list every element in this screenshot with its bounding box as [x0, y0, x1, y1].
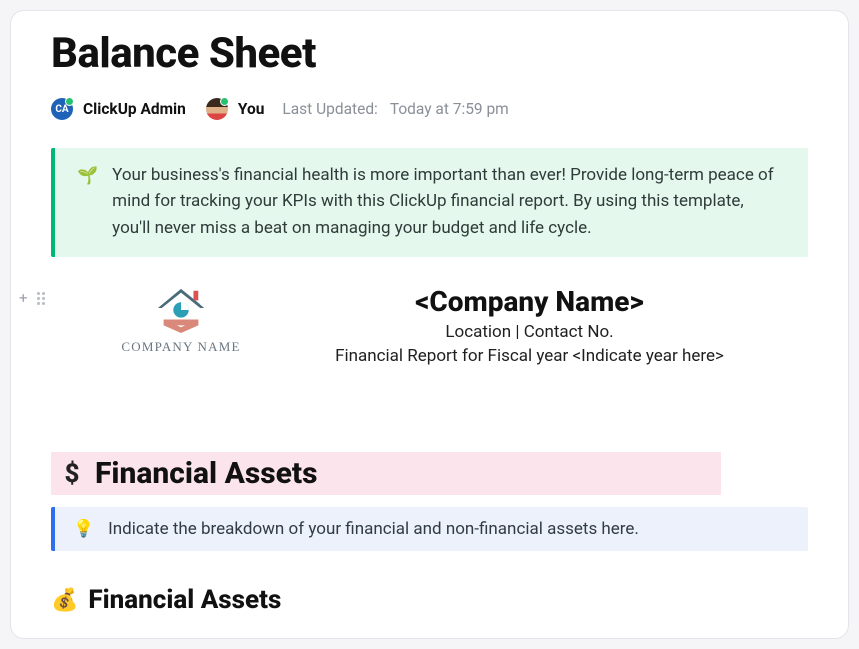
house-logo-icon [152, 285, 210, 333]
company-block[interactable]: COMPANY NAME <Company Name> Location | C… [51, 285, 808, 366]
assets-callout-text: Indicate the breakdown of your financial… [108, 519, 639, 539]
section-heading-financial-assets[interactable]: $ Financial Assets [51, 452, 721, 495]
admin-avatar[interactable]: CA [51, 98, 73, 120]
company-subline-1[interactable]: Location | Contact No. [311, 322, 748, 342]
you-avatar[interactable] [206, 98, 228, 120]
page-title[interactable]: Balance Sheet [51, 29, 808, 78]
company-info: <Company Name> Location | Contact No. Fi… [311, 285, 808, 366]
subsection-title: Financial Assets [88, 585, 281, 615]
document-page: Balance Sheet CA ClickUp Admin You Last … [10, 10, 849, 639]
company-subline-2[interactable]: Financial Report for Fiscal year <Indica… [311, 346, 748, 366]
intro-callout[interactable]: 🌱 Your business's financial health is mo… [51, 148, 808, 257]
logo-column: COMPANY NAME [51, 285, 281, 366]
section-title: Financial Assets [95, 456, 318, 491]
drag-handle-icon[interactable] [37, 289, 45, 307]
dollar-icon: $ [59, 459, 85, 489]
moneybag-icon: 💰 [51, 588, 78, 613]
assets-callout[interactable]: 💡 Indicate the breakdown of your financi… [51, 507, 808, 551]
subsection-heading-financial-assets[interactable]: 💰 Financial Assets [51, 585, 808, 615]
add-block-button[interactable]: + [19, 289, 28, 307]
company-name[interactable]: <Company Name> [311, 285, 748, 318]
meta-row: CA ClickUp Admin You Last Updated: Today… [51, 98, 808, 120]
last-updated-value: Today at 7:59 pm [390, 100, 509, 118]
intro-callout-text: Your business's financial health is more… [112, 162, 786, 241]
lightbulb-icon: 💡 [73, 519, 94, 539]
admin-label[interactable]: ClickUp Admin [83, 100, 186, 118]
block-gutter: + [19, 289, 45, 307]
logo-caption: COMPANY NAME [121, 339, 240, 355]
you-label[interactable]: You [238, 100, 265, 118]
last-updated-label: Last Updated: [282, 100, 377, 118]
seedling-icon: 🌱 [77, 163, 98, 241]
company-block-row: + COMPANY NAME <Company Name> Lo [51, 285, 808, 366]
